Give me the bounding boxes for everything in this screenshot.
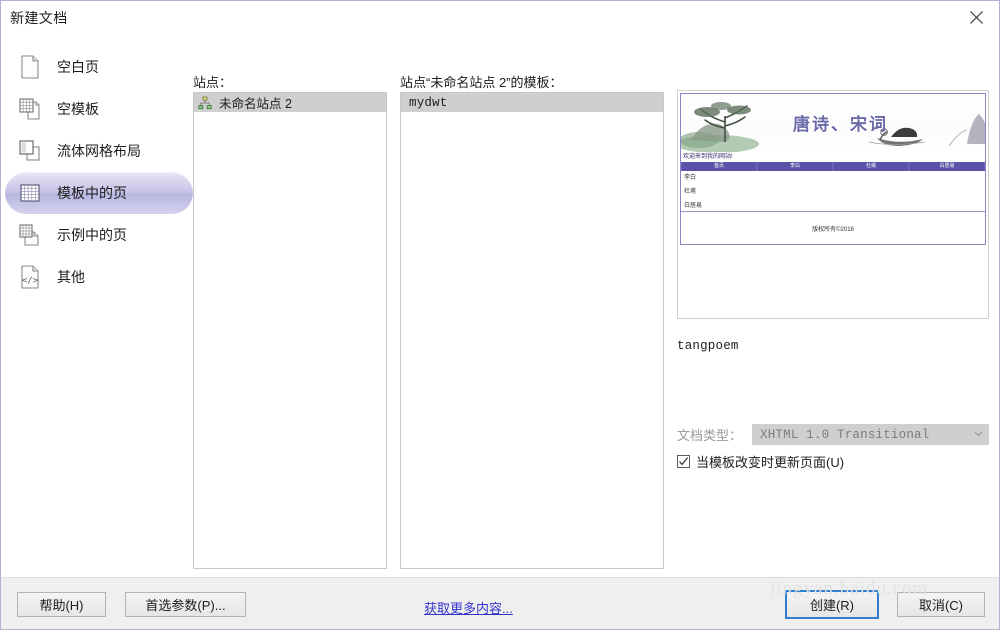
preview-navbar: 首页 李白 杜甫 白居易 [681, 162, 985, 171]
other-code-icon: </> [17, 264, 43, 290]
preview-nav-item: 白居易 [910, 162, 984, 171]
sidebar-item-blank-page[interactable]: 空白页 [1, 46, 193, 88]
preview-banner: 唐诗、宋词 [681, 94, 985, 152]
doctype-label: 文档类型： [677, 425, 742, 444]
sites-listbox[interactable]: 未命名站点 2 [193, 92, 387, 569]
preview-column: 唐诗、宋词 欢迎来到我的网站! 首页 李白 杜甫 白居易 李白 杜甫 白居易 版… [677, 90, 989, 353]
update-on-template-change-checkbox[interactable]: 当模板改变时更新页面(U) [677, 452, 844, 471]
preview-poet-row: 李白 [681, 171, 985, 185]
sidebar-item-blank-template[interactable]: 空模板 [1, 88, 193, 130]
help-button[interactable]: 帮助(H) [17, 592, 106, 617]
page-title: 新建文档 [10, 8, 68, 28]
list-item[interactable]: 未命名站点 2 [194, 93, 386, 112]
banner-title: 唐诗、宋词 [793, 110, 888, 135]
list-item[interactable]: mydwt [401, 93, 663, 112]
preferences-button[interactable]: 首选参数(P)... [125, 592, 246, 617]
preview-footer-text: 版权所有©2016 [681, 211, 985, 244]
cancel-button[interactable]: 取消(C) [897, 592, 985, 617]
sidebar-item-fluid-grid[interactable]: 流体网格布局 [1, 130, 193, 172]
preview-page: 唐诗、宋词 欢迎来到我的网站! 首页 李白 杜甫 白居易 李白 杜甫 白居易 版… [680, 93, 986, 245]
fluid-grid-icon [17, 138, 43, 164]
category-sidebar: 空白页 空模板 [1, 46, 193, 298]
title-bar: 新建文档 [1, 1, 999, 34]
preview-nav-item: 首页 [682, 162, 756, 171]
sidebar-item-page-from-sample[interactable]: 示例中的页 [1, 214, 193, 256]
template-name: tangpoem [677, 337, 989, 353]
sidebar-item-other[interactable]: </> 其他 [1, 256, 193, 298]
list-item-label: mydwt [405, 96, 448, 110]
blank-page-icon [17, 54, 43, 80]
sidebar-item-label: 流体网格布局 [57, 141, 141, 161]
dialog-footer: 帮助(H) 首选参数(P)... 获取更多内容... 创建(R) 取消(C) [1, 577, 999, 629]
page-from-sample-icon [17, 222, 43, 248]
sidebar-item-label: 空白页 [57, 57, 99, 77]
list-item-label: 未命名站点 2 [219, 93, 292, 112]
preview-nav-item: 李白 [758, 162, 832, 171]
sidebar-item-label: 示例中的页 [57, 225, 127, 245]
checkbox-icon [677, 455, 690, 468]
templates-label: 站点“未命名站点 2”的模板： [400, 72, 563, 91]
sidebar-item-label: 其他 [57, 267, 85, 287]
sidebar-item-label: 空模板 [57, 99, 99, 119]
create-button[interactable]: 创建(R) [785, 590, 879, 619]
chevron-down-icon [973, 427, 984, 442]
doctype-row: 文档类型： XHTML 1.0 Transitional [677, 424, 989, 445]
preview-nav-item: 杜甫 [834, 162, 908, 171]
close-icon[interactable] [953, 1, 999, 33]
page-from-template-icon [17, 180, 43, 206]
template-name-label: tangpoem [677, 339, 739, 353]
preview-poet-row: 杜甫 [681, 185, 985, 199]
get-more-content-link[interactable]: 获取更多内容... [424, 598, 513, 617]
sidebar-item-label: 模板中的页 [57, 183, 127, 203]
update-on-template-change-label: 当模板改变时更新页面(U) [696, 452, 844, 471]
site-icon [198, 96, 212, 110]
dialog-body: 空白页 空模板 [1, 34, 999, 577]
svg-text:</>: </> [22, 276, 39, 286]
blank-template-icon [17, 96, 43, 122]
sidebar-item-page-from-template[interactable]: 模板中的页 [5, 172, 193, 214]
doctype-value: XHTML 1.0 Transitional [760, 428, 973, 442]
sites-label: 站点： [193, 72, 232, 91]
new-document-dialog: 新建文档 空白页 [0, 0, 1000, 630]
template-preview: 唐诗、宋词 欢迎来到我的网站! 首页 李白 杜甫 白居易 李白 杜甫 白居易 版… [677, 90, 989, 319]
preview-welcome-text: 欢迎来到我的网站! [681, 152, 985, 162]
templates-listbox[interactable]: mydwt [400, 92, 664, 569]
doctype-select[interactable]: XHTML 1.0 Transitional [752, 424, 989, 445]
